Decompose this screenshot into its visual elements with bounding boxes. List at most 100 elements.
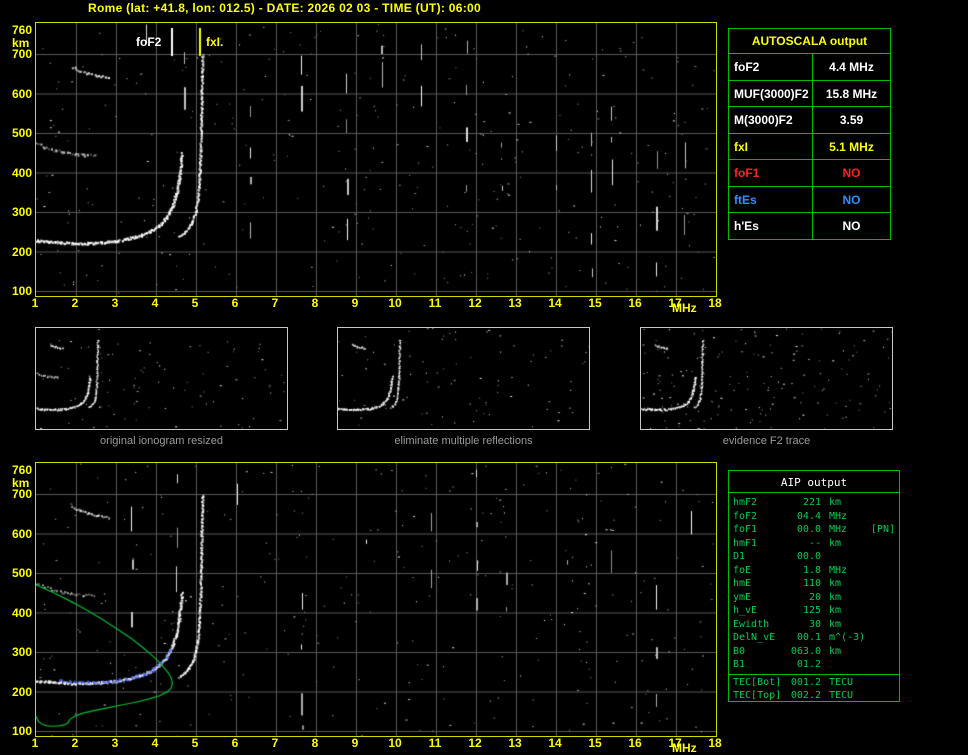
aip-unit: km: [829, 497, 842, 508]
bottom-x-tick-7: 7: [271, 736, 279, 750]
main-y-tick-500: 500: [11, 126, 32, 140]
aip-note: [869, 689, 895, 703]
aip-unit: MHz: [829, 564, 848, 576]
aip-unit: km: [829, 591, 842, 603]
aip-note: [869, 591, 895, 605]
autoscala-output-table: AUTOSCALA output foF2 4.4 MHz MUF(3000)F2 1…: [728, 28, 891, 240]
main-y-tick-400: 400: [11, 165, 32, 180]
main-x-tick-10: 10: [388, 296, 402, 310]
aip-note: [869, 658, 895, 672]
autoscala-param-label: ftEs: [729, 186, 813, 212]
aip-name: hmE: [733, 578, 752, 589]
aip-name: foF2: [733, 510, 758, 522]
aip-value: --: [808, 537, 821, 549]
autoscala-row-foF2: foF2 4.4 MHz: [729, 53, 890, 80]
autoscala-row-h'Es: h'Es NO: [729, 212, 890, 239]
aip-row-hmF2: hmF2 221 km: [733, 496, 895, 510]
aip-note: [869, 577, 895, 591]
aip-unit: km: [829, 645, 842, 657]
aip-value: 063.0: [790, 645, 821, 657]
thumbnail-f2-trace: [640, 327, 893, 430]
autoscala-param-label: h'Es: [729, 213, 813, 239]
autoscala-row-MUF(3000)F2: MUF(3000)F2 15.8 MHz: [729, 79, 890, 106]
aip-value: 002.2: [790, 690, 821, 701]
bottom-x-tick-6: 6: [231, 736, 239, 750]
aip-unit: TECU: [829, 690, 854, 701]
aip-unit: km: [829, 537, 842, 549]
bottom-x-tick-18: 18: [708, 736, 722, 750]
aip-name: Ewidth: [733, 618, 770, 630]
main-y-tick-200: 200: [11, 244, 32, 259]
aip-note: [869, 631, 895, 645]
autoscala-screen: Rome (lat: +41.8, lon: 012.5) - DATE: 20…: [0, 0, 968, 755]
thumbnail-original-canvas: [36, 328, 287, 429]
autoscala-param-value: 5.1 MHz: [829, 139, 874, 154]
aip-table-header: AIP output: [729, 474, 899, 493]
fxI-annotation-label: fxI.: [206, 35, 224, 49]
bottom-x-tick-9: 9: [351, 736, 359, 750]
bottom-x-tick-5: 5: [191, 736, 199, 750]
main-x-tick-9: 9: [351, 296, 359, 310]
aip-name: h_vE: [733, 605, 758, 616]
bottom-x-tick-13: 13: [508, 736, 522, 750]
bottom-x-tick-4: 4: [151, 736, 159, 750]
main-x-axis-unit: MHz: [672, 301, 697, 315]
main-x-tick-4: 4: [151, 296, 159, 310]
aip-value: 30: [808, 618, 821, 630]
bottom-x-tick-14: 14: [548, 736, 562, 750]
aip-row-h_vE: h_vE 125 km: [733, 604, 895, 618]
aip-unit: MHz: [829, 524, 848, 535]
aip-row-hmF1: hmF1 -- km: [733, 537, 895, 551]
caption-multiple-reflections: eliminate multiple reflections: [394, 435, 533, 447]
aip-value: 125: [802, 605, 821, 616]
aip-unit: [829, 550, 869, 564]
aip-table-rows: hmF2 221 km foF2 04.4 MHz foF1 00.0 MHz [PN] hmF1 -…: [729, 496, 899, 703]
caption-original-ionogram: original ionogram resized: [100, 435, 223, 447]
aip-row-B1: B1 01.2: [733, 658, 895, 672]
aip-value: 00.0: [796, 551, 821, 562]
autoscala-table-header: AUTOSCALA output: [751, 34, 868, 48]
bottom-x-tick-15: 15: [588, 736, 602, 750]
aip-unit: m^(-3): [829, 632, 866, 643]
aip-value: 01.2: [796, 659, 821, 670]
aip-row-TEC[Bot]: TEC[Bot] 001.2 TECU: [729, 673, 899, 690]
aip-row-DelN_vE: DelN_vE 00.1 m^(-3): [733, 631, 895, 645]
aip-note: [869, 604, 895, 618]
autoscala-param-label: foF1: [729, 160, 813, 186]
aip-row-foF2: foF2 04.4 MHz: [733, 510, 895, 524]
aip-unit: km: [829, 605, 842, 616]
aip-value: 00.0: [796, 524, 821, 535]
bottom-x-tick-8: 8: [311, 736, 319, 750]
thumbnail-original-ionogram: [35, 327, 288, 430]
aip-note: [869, 550, 895, 564]
main-x-tick-2: 2: [71, 296, 79, 310]
aip-row-ymE: ymE 20 km: [733, 591, 895, 605]
aip-row-hmE: hmE 110 km: [733, 577, 895, 591]
autoscala-param-value: NO: [842, 192, 861, 207]
aip-row-Ewidth: Ewidth 30 km: [733, 618, 895, 632]
main-x-tick-12: 12: [468, 296, 482, 310]
thumbnail-f2-trace-canvas: [641, 328, 892, 429]
bottom-y-tick-400: 400: [11, 605, 32, 620]
aip-note: [869, 618, 895, 632]
bottom-x-tick-2: 2: [71, 736, 79, 750]
bottom-x-tick-10: 10: [388, 736, 402, 750]
bottom-x-tick-1: 1: [31, 736, 39, 750]
main-y-tick-600: 600: [11, 86, 32, 101]
aip-value: 110: [802, 578, 821, 589]
main-x-tick-16: 16: [628, 296, 642, 310]
autoscala-param-label: foF2: [729, 54, 813, 80]
profile-ionogram-canvas: [36, 463, 716, 736]
autoscala-param-label: fxI: [729, 133, 813, 159]
aip-output-table: AIP output hmF2 221 km foF2 04.4 MHz foF1 00.0 M…: [728, 470, 900, 702]
thumbnail-multiple-reflections-canvas: [338, 328, 589, 429]
bottom-x-tick-12: 12: [468, 736, 482, 750]
autoscala-param-label: MUF(3000)F2: [729, 80, 813, 106]
autoscala-param-value: 15.8 MHz: [825, 86, 878, 101]
aip-note: [869, 564, 895, 578]
main-y-axis-unit: km: [12, 36, 30, 50]
aip-name: hmF1: [733, 537, 758, 549]
aip-value: 00.1: [796, 632, 821, 643]
aip-value: 221: [802, 497, 821, 508]
aip-note: [PN]: [870, 524, 895, 535]
